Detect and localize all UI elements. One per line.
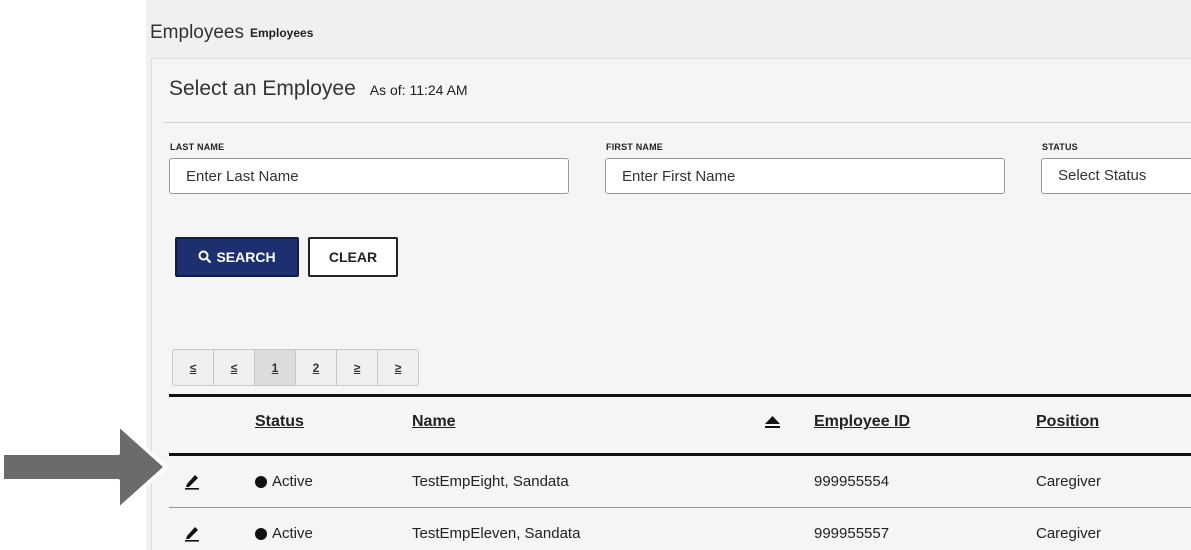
status-text: Active [272, 473, 313, 490]
pagination: ≤ ≤ 1 2 ≥ ≥ [172, 349, 419, 386]
first-name-label: FIRST NAME [606, 142, 663, 152]
top-bar: Employees Employees [146, 14, 1191, 52]
first-name-input[interactable] [605, 158, 1005, 194]
employee-table: Status Name Employee ID Position Active [169, 394, 1191, 550]
search-button-label: SEARCH [216, 249, 276, 265]
app-subtitle: Employees [250, 26, 314, 40]
page-2-button[interactable]: 2 [296, 350, 337, 385]
table-row[interactable]: Active TestEmpEleven, Sandata 999955557 … [169, 508, 1191, 550]
employee-id-cell: 999955554 [814, 473, 890, 490]
clear-button[interactable]: CLEAR [308, 237, 398, 277]
status-select[interactable]: Select Status [1041, 158, 1191, 194]
first-page-button[interactable]: ≤ [173, 350, 214, 385]
position-cell: Caregiver [1036, 473, 1102, 490]
pointer-arrow-icon [0, 422, 168, 512]
column-position[interactable]: Position [1036, 413, 1099, 431]
status-text: Active [272, 525, 313, 542]
caret-up-icon[interactable] [764, 415, 781, 429]
divider [164, 122, 1191, 123]
active-status-dot-icon [255, 527, 267, 540]
active-status-dot-icon [255, 475, 267, 488]
clear-button-label: CLEAR [328, 249, 378, 265]
next-page-button[interactable]: ≥ [337, 350, 378, 385]
prev-page-button[interactable]: ≤ [214, 350, 255, 385]
edit-pencil-icon[interactable] [183, 524, 201, 542]
edit-pencil-icon[interactable] [183, 472, 201, 490]
position-cell: Caregiver [1036, 525, 1102, 542]
column-status[interactable]: Status [255, 413, 304, 431]
name-cell: TestEmpEleven, Sandata [412, 525, 581, 542]
panel-header: Select an Employee As of: 11:24 AM [169, 77, 468, 101]
table-row[interactable]: Active TestEmpEight, Sandata 999955554 C… [169, 456, 1191, 508]
status-label: STATUS [1042, 142, 1078, 152]
page-title: Select an Employee [169, 77, 356, 100]
employees-app: Employees Employees Select an Employee A… [146, 0, 1191, 550]
status-cell: Active [255, 525, 313, 542]
status-cell: Active [255, 473, 313, 490]
name-cell: TestEmpEight, Sandata [412, 473, 569, 490]
last-page-button[interactable]: ≥ [378, 350, 418, 385]
column-employee-id[interactable]: Employee ID [814, 413, 910, 431]
employee-search-panel: Select an Employee As of: 11:24 AM LAST … [151, 58, 1191, 550]
as-of-timestamp: As of: 11:24 AM [369, 82, 468, 98]
search-icon [198, 250, 212, 264]
column-name[interactable]: Name [412, 413, 456, 431]
search-button[interactable]: SEARCH [175, 237, 299, 277]
page-1-button[interactable]: 1 [255, 350, 296, 385]
app-title: Employees [150, 22, 244, 43]
employee-id-cell: 999955557 [814, 525, 890, 542]
last-name-input[interactable] [169, 158, 569, 194]
last-name-label: LAST NAME [170, 142, 225, 152]
table-header: Status Name Employee ID Position [169, 394, 1191, 456]
